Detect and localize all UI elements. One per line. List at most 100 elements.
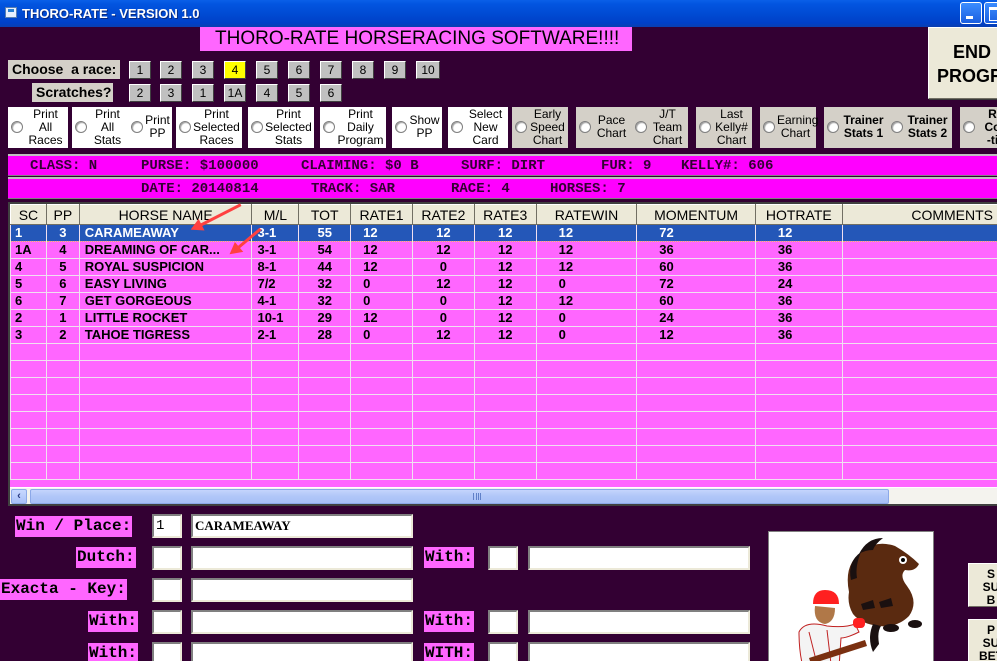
- cell-name[interactable]: ROYAL SUSPICION: [78, 258, 253, 276]
- empty-cell[interactable]: [10, 411, 47, 429]
- option-print-pp[interactable]: Print PP: [128, 107, 172, 148]
- empty-cell[interactable]: [473, 343, 537, 361]
- empty-cell[interactable]: [636, 377, 756, 395]
- radio-button[interactable]: [451, 121, 463, 133]
- empty-cell[interactable]: [350, 377, 413, 395]
- table-row[interactable]: 1 3 CARAMEAWAY 3-1 55 12 12 12 12 72 12: [10, 224, 997, 242]
- cell-pp[interactable]: 1: [45, 309, 80, 327]
- with-number-input-4[interactable]: [488, 642, 518, 661]
- with-number-input-1[interactable]: [152, 610, 182, 634]
- radio-button[interactable]: [891, 121, 903, 133]
- cell-ratewin[interactable]: 12: [535, 258, 638, 276]
- empty-cell[interactable]: [10, 360, 47, 378]
- exacta-key-name-input[interactable]: [191, 578, 413, 602]
- empty-cell[interactable]: [411, 445, 475, 463]
- empty-cell[interactable]: [636, 445, 756, 463]
- empty-cell[interactable]: [78, 377, 253, 395]
- column-header-horse-name[interactable]: HORSE NAME: [78, 204, 253, 225]
- cell-comments[interactable]: [841, 292, 997, 310]
- empty-cell[interactable]: [473, 377, 537, 395]
- empty-cell[interactable]: [350, 445, 413, 463]
- cell-sc[interactable]: 5: [10, 275, 47, 293]
- cell-hotrate[interactable]: 36: [754, 309, 843, 327]
- race-button-9[interactable]: 9: [384, 61, 406, 79]
- empty-cell[interactable]: [298, 377, 352, 395]
- with-number-input-2[interactable]: [488, 610, 518, 634]
- cell-hotrate[interactable]: 36: [754, 292, 843, 310]
- race-button-3[interactable]: 3: [192, 61, 214, 79]
- empty-cell[interactable]: [251, 428, 300, 446]
- horizontal-scrollbar[interactable]: ‹: [10, 487, 997, 504]
- option-print-selected-stats[interactable]: Print Selected Stats: [248, 107, 314, 148]
- cell-comments[interactable]: [841, 326, 997, 344]
- with-name-input-3[interactable]: [191, 642, 413, 661]
- scratch-button-3[interactable]: 3: [160, 84, 182, 102]
- empty-cell[interactable]: [636, 462, 756, 480]
- column-header-sc[interactable]: SC: [10, 204, 47, 225]
- print-summary-bet-button[interactable]: P SU BET: [968, 619, 997, 661]
- cell-hotrate[interactable]: 36: [754, 326, 843, 344]
- with-name-input-1[interactable]: [191, 610, 413, 634]
- empty-cell[interactable]: [10, 462, 47, 480]
- cell-tot[interactable]: 29: [298, 309, 352, 327]
- table-row[interactable]: 6 7 GET GORGEOUS 4-1 32 0 0 12 12 60 36: [10, 292, 997, 310]
- empty-cell[interactable]: [78, 411, 253, 429]
- column-header-ratewin[interactable]: RATEWIN: [535, 204, 638, 225]
- empty-cell[interactable]: [535, 394, 638, 412]
- empty-cell[interactable]: [298, 360, 352, 378]
- empty-cell[interactable]: [841, 394, 997, 412]
- scratch-button-1[interactable]: 1: [192, 84, 214, 102]
- empty-cell[interactable]: [10, 343, 47, 361]
- empty-cell[interactable]: [754, 462, 843, 480]
- option-trainer-stats-1[interactable]: Trainer Stats 1: [824, 107, 888, 148]
- option-print-all-races[interactable]: Print All Races: [8, 107, 68, 148]
- empty-cell[interactable]: [754, 394, 843, 412]
- empty-cell[interactable]: [411, 411, 475, 429]
- radio-button[interactable]: [579, 121, 591, 133]
- cell-name[interactable]: GET GORGEOUS: [78, 292, 253, 310]
- empty-cell[interactable]: [473, 360, 537, 378]
- empty-table-row[interactable]: [10, 462, 997, 480]
- empty-cell[interactable]: [350, 462, 413, 480]
- cell-tot[interactable]: 28: [298, 326, 352, 344]
- option-j-t-team-chart[interactable]: J/T Team Chart: [632, 107, 688, 148]
- empty-cell[interactable]: [298, 411, 352, 429]
- radio-button[interactable]: [251, 121, 263, 133]
- cell-rate1[interactable]: 12: [350, 309, 413, 327]
- cell-hotrate[interactable]: 24: [754, 275, 843, 293]
- empty-cell[interactable]: [45, 377, 80, 395]
- empty-cell[interactable]: [473, 445, 537, 463]
- scrollbar-thumb[interactable]: [30, 489, 889, 504]
- cell-pp[interactable]: 4: [45, 241, 80, 259]
- empty-cell[interactable]: [350, 428, 413, 446]
- table-row[interactable]: 3 2 TAHOE TIGRESS 2-1 28 0 12 12 0 12 36: [10, 326, 997, 344]
- cell-momentum[interactable]: 36: [636, 241, 756, 259]
- option-earning-chart[interactable]: Earning Chart: [760, 107, 818, 148]
- empty-cell[interactable]: [636, 394, 756, 412]
- empty-cell[interactable]: [841, 411, 997, 429]
- column-header-momentum[interactable]: MOMENTUM: [636, 204, 756, 225]
- empty-cell[interactable]: [754, 343, 843, 361]
- column-header-m-l[interactable]: M/L: [251, 204, 300, 225]
- cell-momentum[interactable]: 60: [636, 292, 756, 310]
- with-name-input-2[interactable]: [528, 610, 750, 634]
- end-program-button[interactable]: END PROGRAM: [928, 27, 997, 99]
- option-print-all-stats[interactable]: Print All Stats: [72, 107, 128, 148]
- scratch-button-2[interactable]: 2: [129, 84, 151, 102]
- cell-rate1[interactable]: 12: [350, 258, 413, 276]
- empty-cell[interactable]: [78, 394, 253, 412]
- empty-cell[interactable]: [10, 377, 47, 395]
- exacta-key-number-input[interactable]: [152, 578, 182, 602]
- cell-rate3[interactable]: 12: [473, 275, 537, 293]
- horse-grid[interactable]: SC PP HORSE NAME M/L TOT RATE1 RATE2 RATE3 RATEW…: [8, 202, 997, 506]
- empty-cell[interactable]: [298, 343, 352, 361]
- cell-rate1[interactable]: 0: [350, 326, 413, 344]
- cell-pp[interactable]: 7: [45, 292, 80, 310]
- empty-cell[interactable]: [841, 462, 997, 480]
- race-button-8[interactable]: 8: [352, 61, 374, 79]
- empty-table-row[interactable]: [10, 360, 997, 378]
- cell-ml[interactable]: 7/2: [251, 275, 300, 293]
- table-row[interactable]: 2 1 LITTLE ROCKET 10-1 29 12 0 12 0 24 36: [10, 309, 997, 327]
- empty-table-row[interactable]: [10, 377, 997, 395]
- empty-cell[interactable]: [350, 360, 413, 378]
